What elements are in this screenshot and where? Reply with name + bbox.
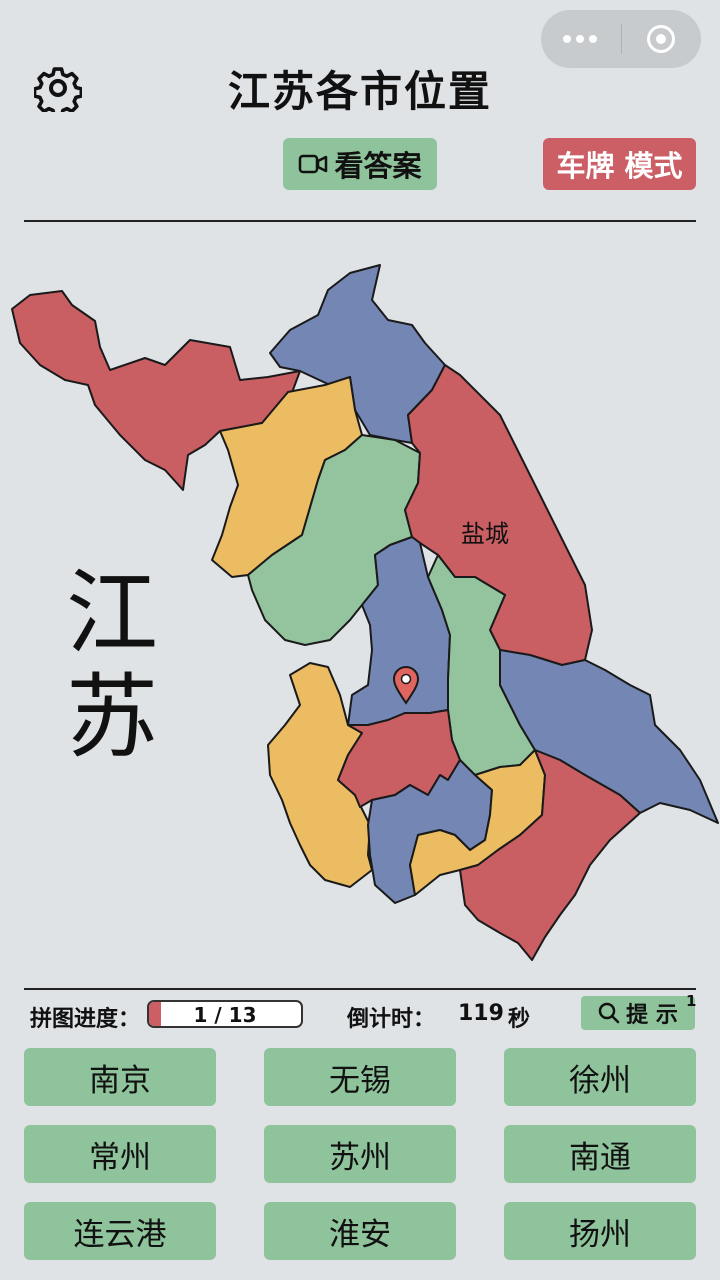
view-answer-button[interactable]: 看答案 [283, 138, 437, 190]
city-button-yangzhou[interactable]: 扬州 [504, 1202, 696, 1260]
city-button-lianyungang[interactable]: 连云港 [24, 1202, 216, 1260]
capsule-divider [621, 24, 622, 54]
city-button-xuzhou[interactable]: 徐州 [504, 1048, 696, 1106]
status-row: 拼图进度： 1 / 13 倒计时： 119 秒 提 示 1 [0, 992, 720, 1034]
timer-label: 倒计时： [347, 1007, 436, 1032]
hint-button[interactable]: 提 示 [581, 996, 695, 1030]
view-answer-label: 看答案 [334, 149, 422, 183]
province-label-line2: 苏 [66, 664, 159, 771]
license-plate-mode-button[interactable]: 车牌 模式 [543, 138, 696, 190]
progress-bar: 1 / 13 [147, 1000, 303, 1028]
city-button-wuxi[interactable]: 无锡 [264, 1048, 456, 1106]
city-button-nanjing[interactable]: 南京 [24, 1048, 216, 1106]
city-button-suzhou[interactable]: 苏州 [264, 1125, 456, 1183]
province-label-line1: 江 [66, 560, 159, 667]
progress-label: 拼图进度： [30, 1007, 141, 1032]
search-icon [598, 1002, 620, 1024]
hint-count-badge: 1 [686, 992, 697, 1010]
timer-value: 119 [458, 1001, 504, 1026]
city-button-huaian[interactable]: 淮安 [264, 1202, 456, 1260]
progress-text: 1 / 13 [193, 1003, 257, 1027]
top-divider [24, 220, 696, 222]
bottom-divider [24, 988, 696, 990]
close-miniprogram-icon[interactable] [647, 25, 675, 53]
city-button-changzhou[interactable]: 常州 [24, 1125, 216, 1183]
timer-unit: 秒 [508, 1007, 531, 1032]
video-camera-icon [299, 154, 328, 174]
placed-city-label: 盐城 [461, 520, 509, 548]
page-title: 江苏各市位置 [227, 67, 492, 116]
city-button-nantong[interactable]: 南通 [504, 1125, 696, 1183]
hint-label: 提 示 [626, 1003, 678, 1028]
